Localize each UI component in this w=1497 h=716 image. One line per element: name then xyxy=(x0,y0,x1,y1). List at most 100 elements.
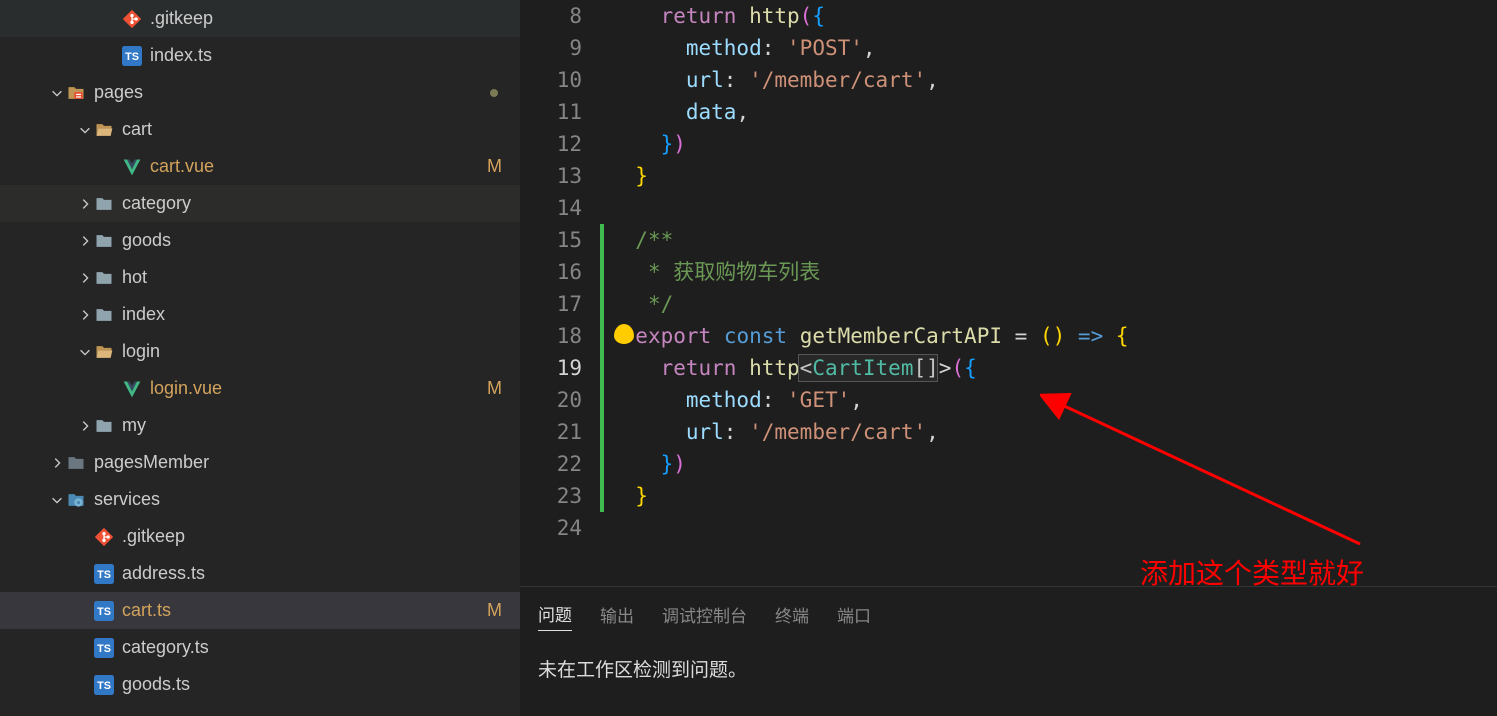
svg-text:TS: TS xyxy=(97,680,111,692)
panel-tab-2[interactable]: 调试控制台 xyxy=(662,598,747,631)
line-number: 11 xyxy=(520,96,582,128)
file-label: cart.ts xyxy=(122,600,171,621)
folder-item-login[interactable]: login xyxy=(0,333,520,370)
line-number: 19 xyxy=(520,352,582,384)
git-modified-badge: M xyxy=(487,600,502,621)
dirty-dot-icon xyxy=(490,89,498,97)
code-line-11[interactable]: data, xyxy=(600,96,1497,128)
file-label: cart.vue xyxy=(150,156,214,177)
line-number: 15 xyxy=(520,224,582,256)
code-line-13[interactable]: } xyxy=(600,160,1497,192)
chevron-right-icon[interactable] xyxy=(48,454,66,472)
git-modified-badge: M xyxy=(487,156,502,177)
code-line-16[interactable]: * 获取购物车列表 xyxy=(600,256,1497,288)
vue-icon xyxy=(122,157,142,177)
ts-icon: TS xyxy=(122,46,142,66)
file-label: index.ts xyxy=(150,45,212,66)
line-gutter: 89101112131415161718192021222324 xyxy=(520,0,600,586)
folder-item-goods[interactable]: goods xyxy=(0,222,520,259)
folder-item-hot[interactable]: hot xyxy=(0,259,520,296)
line-number: 23 xyxy=(520,480,582,512)
line-number: 21 xyxy=(520,416,582,448)
file-label: login xyxy=(122,341,160,362)
lightbulb-icon[interactable] xyxy=(614,324,634,344)
folder-item-services[interactable]: services xyxy=(0,481,520,518)
chevron-right-icon[interactable] xyxy=(76,195,94,213)
line-number: 17 xyxy=(520,288,582,320)
chevron-down-icon[interactable] xyxy=(76,343,94,361)
folder-icon xyxy=(94,305,114,325)
selection-highlight xyxy=(798,354,938,382)
line-number: 22 xyxy=(520,448,582,480)
file-label: pages xyxy=(94,82,143,103)
folder-item-cart[interactable]: cart xyxy=(0,111,520,148)
panel-tab-4[interactable]: 端口 xyxy=(837,598,871,631)
annotation-arrow-icon xyxy=(1040,384,1380,564)
file-item-cart-vue[interactable]: cart.vue M xyxy=(0,148,520,185)
file-label: category.ts xyxy=(122,637,209,658)
vue-icon xyxy=(122,379,142,399)
file-item-index-ts[interactable]: TS index.ts xyxy=(0,37,520,74)
code-line-10[interactable]: url: '/member/cart', xyxy=(600,64,1497,96)
line-number: 10 xyxy=(520,64,582,96)
chevron-down-icon[interactable] xyxy=(76,121,94,139)
folder-icon xyxy=(94,231,114,251)
folder-item-index[interactable]: index xyxy=(0,296,520,333)
panel-tab-1[interactable]: 输出 xyxy=(600,598,634,631)
chevron-down-icon[interactable] xyxy=(48,84,66,102)
file-label: .gitkeep xyxy=(122,526,185,547)
code-editor[interactable]: 89101112131415161718192021222324 return … xyxy=(520,0,1497,586)
line-number: 18 xyxy=(520,320,582,352)
code-line-18[interactable]: export const getMemberCartAPI = () => { xyxy=(600,320,1497,352)
code-line-19[interactable]: return http<CartItem[]>({ xyxy=(600,352,1497,384)
explorer-panel[interactable]: .gitkeep TS index.ts pages cart cart.vue Mcate… xyxy=(0,0,520,716)
file-item-cart-ts[interactable]: TS cart.ts M xyxy=(0,592,520,629)
special-folder-icon xyxy=(66,83,86,103)
panel-message: 未在工作区检测到问题。 xyxy=(538,660,747,681)
code-line-14[interactable] xyxy=(600,192,1497,224)
folder-open-icon xyxy=(94,120,114,140)
code-line-8[interactable]: return http({ xyxy=(600,0,1497,32)
chevron-right-icon[interactable] xyxy=(76,306,94,324)
folder-item-category[interactable]: category xyxy=(0,185,520,222)
file-label: .gitkeep xyxy=(150,8,213,29)
line-number: 16 xyxy=(520,256,582,288)
file-label: address.ts xyxy=(122,563,205,584)
chevron-right-icon[interactable] xyxy=(76,269,94,287)
chevron-right-icon[interactable] xyxy=(76,417,94,435)
file-item-goods-ts[interactable]: TSgoods.ts xyxy=(0,666,520,703)
file-item-login-vue[interactable]: login.vueM xyxy=(0,370,520,407)
panel-tab-0[interactable]: 问题 xyxy=(538,597,572,631)
code-line-12[interactable]: }) xyxy=(600,128,1497,160)
git-added-indicator xyxy=(600,224,604,512)
services-folder-icon xyxy=(66,490,86,510)
chevron-right-icon[interactable] xyxy=(76,232,94,250)
svg-text:TS: TS xyxy=(125,51,139,63)
file-label: hot xyxy=(122,267,147,288)
code-line-17[interactable]: */ xyxy=(600,288,1497,320)
folder-item-pages[interactable]: pages xyxy=(0,74,520,111)
panel-tab-list[interactable]: 问题输出调试控制台终端端口 xyxy=(520,587,1497,641)
ts-icon: TS xyxy=(94,564,114,584)
file-label: my xyxy=(122,415,146,436)
file-label: index xyxy=(122,304,165,325)
panel-tab-3[interactable]: 终端 xyxy=(775,598,809,631)
code-content[interactable]: return http({ method: 'POST', url: '/mem… xyxy=(600,0,1497,586)
line-number: 20 xyxy=(520,384,582,416)
git-icon xyxy=(94,527,114,547)
file-item-address-ts[interactable]: TS address.ts xyxy=(0,555,520,592)
folder-item-pagesMember[interactable]: pagesMember xyxy=(0,444,520,481)
file-item-category-ts[interactable]: TS category.ts xyxy=(0,629,520,666)
file-label: category xyxy=(122,193,191,214)
line-number: 24 xyxy=(520,512,582,544)
chevron-down-icon[interactable] xyxy=(48,491,66,509)
code-line-9[interactable]: method: 'POST', xyxy=(600,32,1497,64)
file-item--gitkeep[interactable]: .gitkeep xyxy=(0,518,520,555)
file-item--gitkeep[interactable]: .gitkeep xyxy=(0,0,520,37)
code-line-15[interactable]: /** xyxy=(600,224,1497,256)
svg-text:TS: TS xyxy=(97,606,111,618)
ts-icon: TS xyxy=(94,638,114,658)
line-number: 13 xyxy=(520,160,582,192)
folder-item-my[interactable]: my xyxy=(0,407,520,444)
bottom-panel[interactable]: 问题输出调试控制台终端端口 未在工作区检测到问题。 xyxy=(520,586,1497,716)
